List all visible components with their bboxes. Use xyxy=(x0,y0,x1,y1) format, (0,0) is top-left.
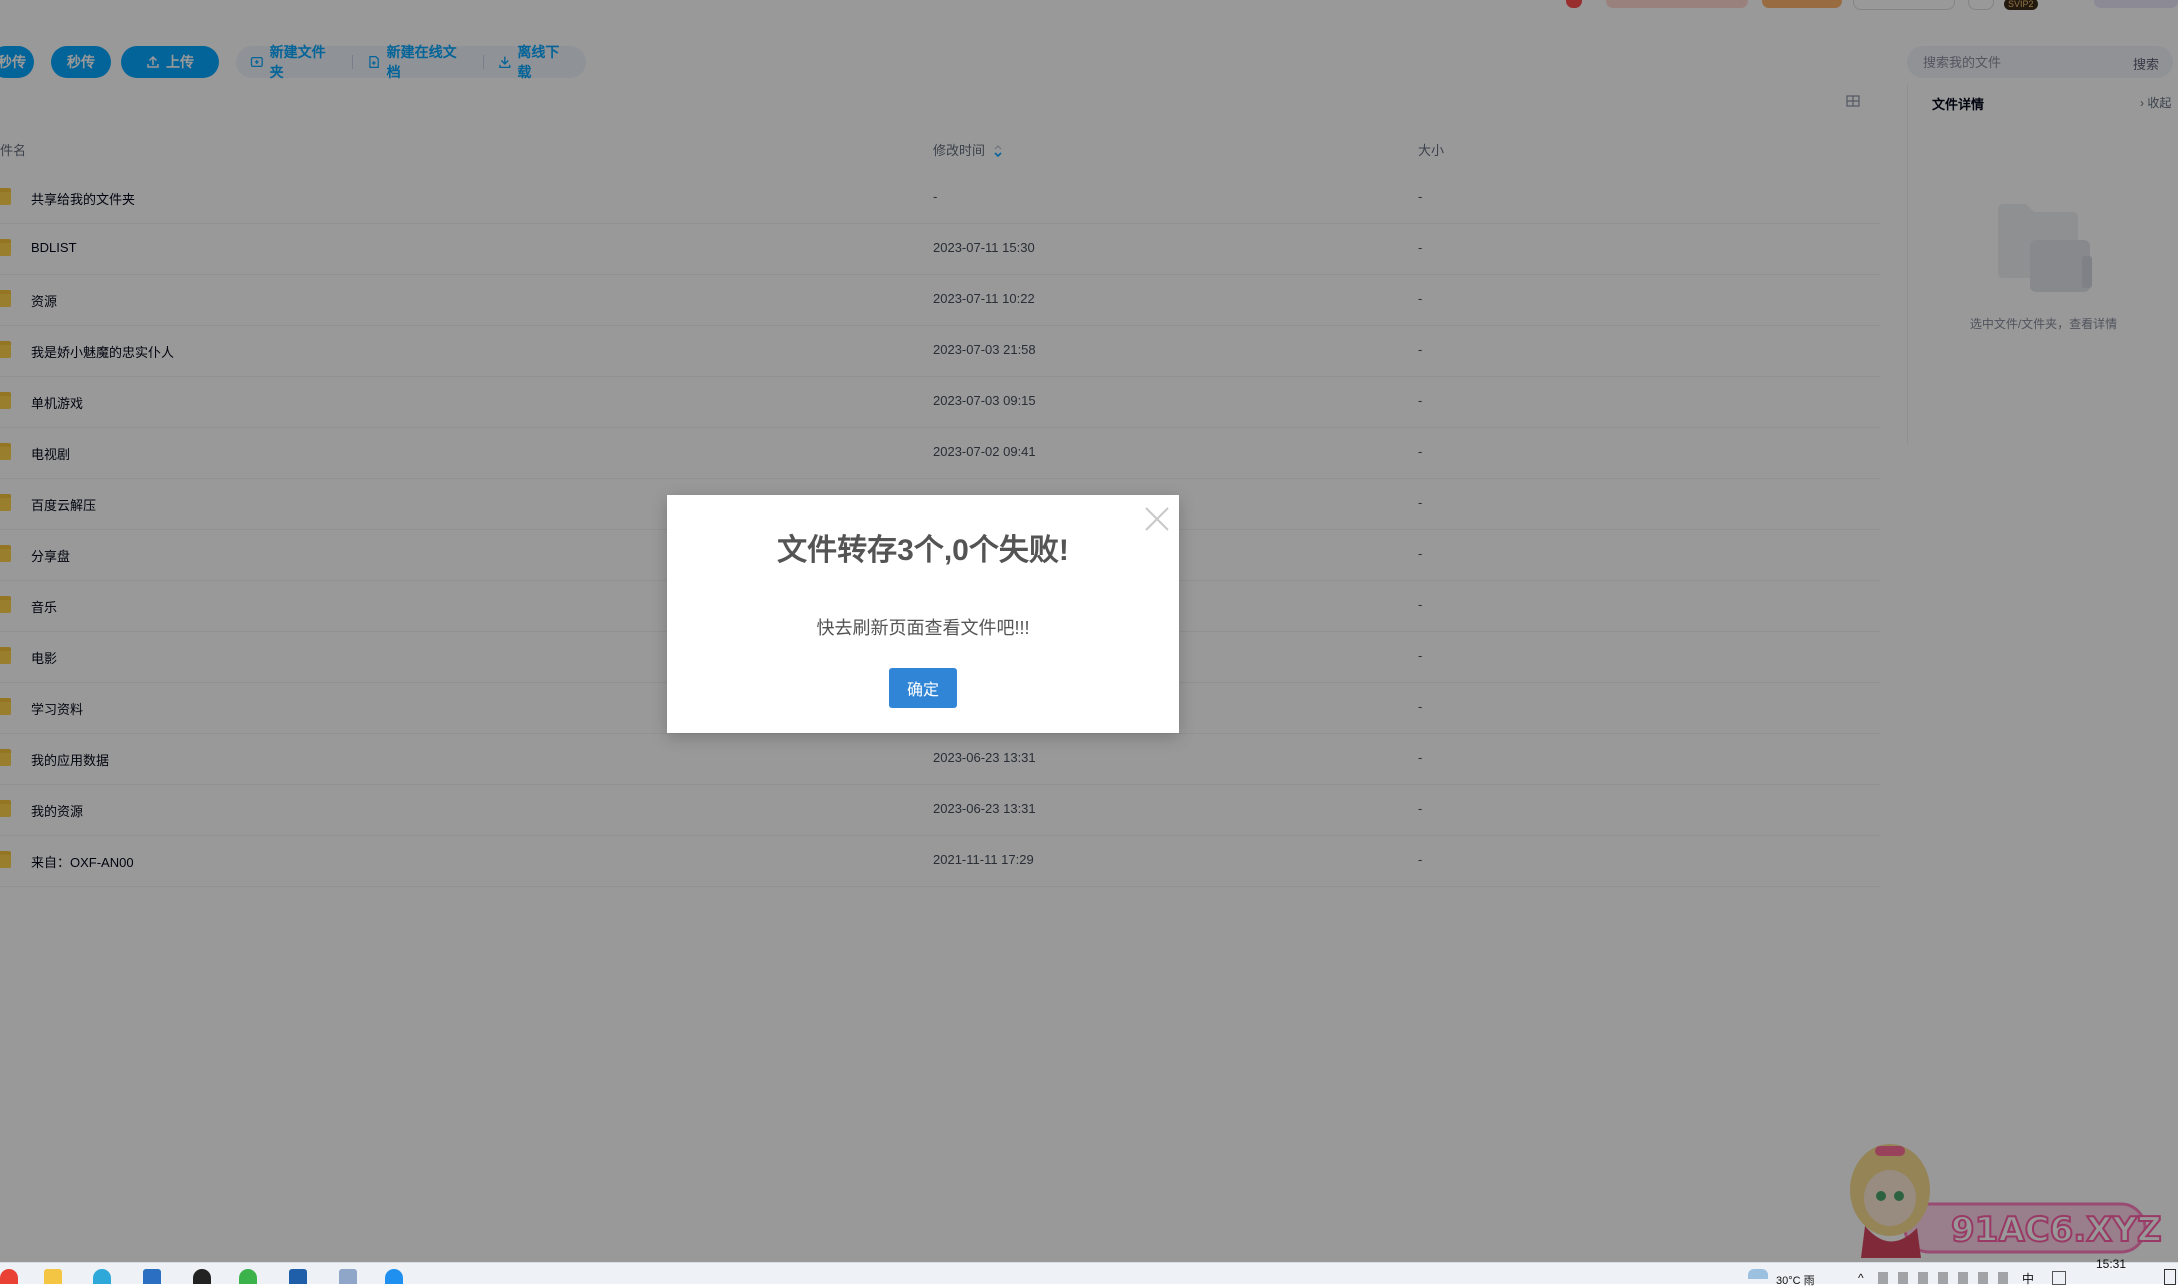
store-icon[interactable] xyxy=(143,1269,161,1284)
chrome-icon[interactable] xyxy=(0,1269,18,1284)
transfer-result-dialog: 文件转存3个,0个失败! 快去刷新页面查看文件吧!!! 确定 xyxy=(667,495,1179,733)
baidu-netdisk-icon[interactable] xyxy=(385,1269,403,1284)
os-taskbar: 30°C 雨 ^ 中 15:31 xyxy=(0,1257,2178,1287)
dialog-message: 快去刷新页面查看文件吧!!! xyxy=(816,618,1030,638)
qq-icon[interactable] xyxy=(193,1269,211,1284)
wechat-icon[interactable] xyxy=(239,1269,257,1284)
app-window-icon[interactable] xyxy=(339,1269,357,1284)
dialog-title: 文件转存3个,0个失败! xyxy=(777,534,1069,567)
edge-icon[interactable] xyxy=(93,1269,111,1284)
ime-indicator[interactable]: 中 xyxy=(2022,1270,2034,1287)
tray-icons[interactable] xyxy=(1878,1272,2018,1284)
weather-text[interactable]: 30°C 雨 xyxy=(1776,1272,1815,1288)
mail-icon[interactable] xyxy=(289,1269,307,1284)
file-explorer-icon[interactable] xyxy=(44,1269,62,1284)
confirm-button[interactable]: 确定 xyxy=(889,668,957,708)
weather-icon[interactable] xyxy=(1748,1269,1768,1279)
